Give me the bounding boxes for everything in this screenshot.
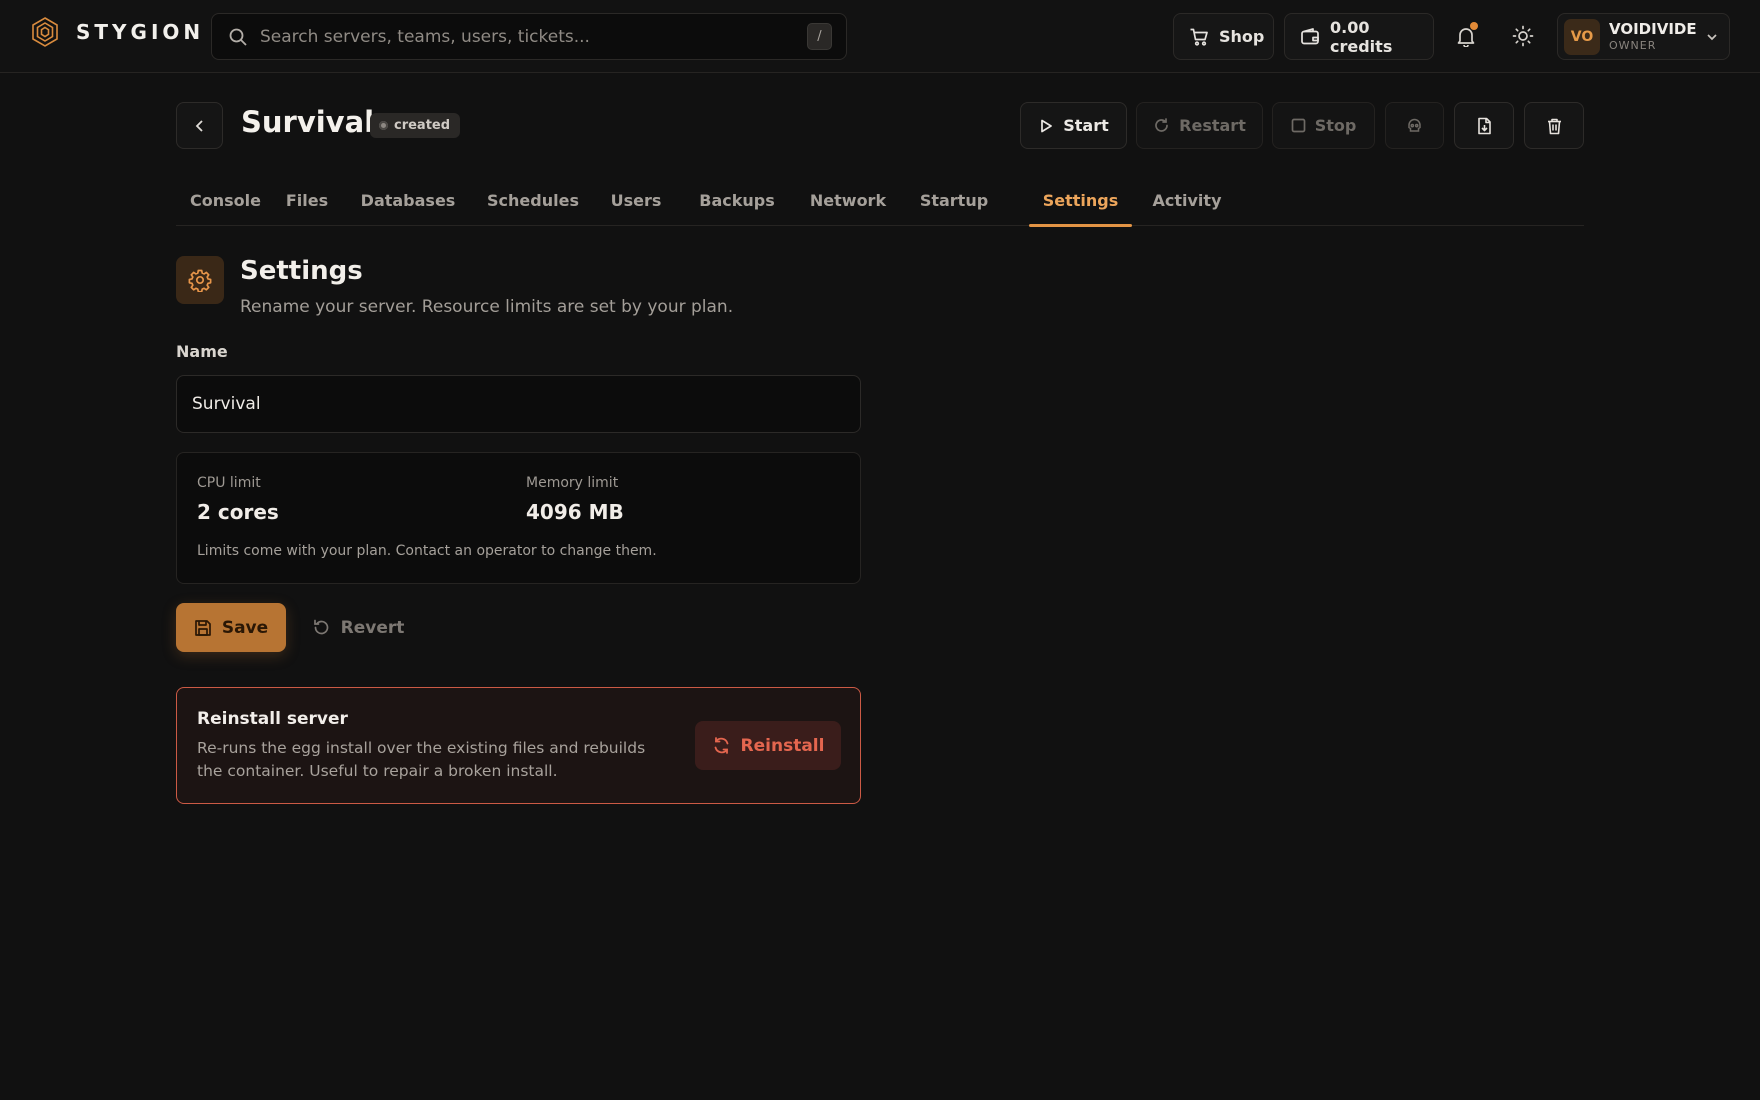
- memory-limit-value: 4096 MB: [526, 500, 624, 524]
- tab-startup[interactable]: Startup: [913, 174, 995, 226]
- hexagon-logo-icon: [30, 16, 60, 48]
- search-bar: /: [211, 13, 847, 60]
- reinstall-card: Reinstall server Re-runs the egg install…: [176, 687, 861, 804]
- tab-activity[interactable]: Activity: [1146, 174, 1228, 226]
- tab-files[interactable]: Files: [275, 174, 339, 226]
- resource-limits-card: CPU limit 2 cores Memory limit 4096 MB L…: [176, 452, 861, 584]
- limits-note: Limits come with your plan. Contact an o…: [197, 543, 657, 559]
- tab-settings[interactable]: Settings: [1029, 174, 1132, 227]
- floppy-disk-icon: [194, 619, 212, 637]
- tab-schedules[interactable]: Schedules: [484, 174, 582, 226]
- start-button[interactable]: Start: [1020, 102, 1127, 149]
- avatar: VO: [1564, 19, 1600, 55]
- wallet-icon: [1300, 27, 1320, 47]
- name-field-label: Name: [176, 342, 228, 361]
- theme-toggle-button[interactable]: [1503, 16, 1543, 56]
- tab-backups[interactable]: Backups: [692, 174, 782, 226]
- user-menu-button[interactable]: VO VOIDIVIDE OWNER: [1557, 13, 1730, 60]
- credits-button[interactable]: 0.00 credits: [1284, 13, 1434, 60]
- stop-label: Stop: [1314, 116, 1357, 135]
- search-shortcut-hint: /: [807, 23, 832, 50]
- top-bar: STYGION / Shop 0.00 credits: [0, 0, 1760, 73]
- stop-square-icon: [1291, 118, 1306, 133]
- restart-button[interactable]: Restart: [1136, 102, 1263, 149]
- kill-button[interactable]: [1385, 102, 1444, 149]
- skull-icon: [1406, 117, 1423, 134]
- status-dot: [379, 121, 388, 130]
- trash-icon: [1546, 117, 1563, 135]
- download-file-button[interactable]: [1454, 102, 1514, 149]
- back-button[interactable]: [176, 102, 223, 149]
- shopping-cart-icon: [1189, 27, 1209, 47]
- memory-limit-label: Memory limit: [526, 475, 619, 491]
- sun-icon: [1512, 25, 1534, 47]
- reinstall-description: Re-runs the egg install over the existin…: [197, 739, 646, 780]
- cpu-limit-label: CPU limit: [197, 475, 261, 491]
- restart-icon: [1153, 117, 1170, 134]
- revert-button[interactable]: Revert: [303, 603, 413, 652]
- tab-databases[interactable]: Databases: [356, 174, 460, 226]
- shop-label: Shop: [1219, 27, 1265, 46]
- server-tabs: Console Files Databases Schedules Users …: [176, 174, 1584, 227]
- restart-label: Restart: [1179, 116, 1246, 135]
- brand-logo[interactable]: STYGION: [30, 16, 204, 48]
- brand-name: STYGION: [76, 20, 205, 44]
- tab-users[interactable]: Users: [604, 174, 668, 226]
- section-subtitle: Rename your server. Resource limits are …: [240, 297, 734, 317]
- tab-console[interactable]: Console: [176, 174, 275, 226]
- credits-label: 0.00 credits: [1330, 17, 1393, 56]
- save-label: Save: [221, 617, 269, 638]
- reinstall-title: Reinstall server: [197, 709, 348, 729]
- stop-button[interactable]: Stop: [1272, 102, 1375, 149]
- file-download-icon: [1476, 117, 1493, 135]
- revert-label: Revert: [340, 617, 405, 638]
- search-input[interactable]: [260, 14, 780, 59]
- shop-button[interactable]: Shop: [1173, 13, 1274, 60]
- reinstall-label: Reinstall: [740, 735, 825, 756]
- refresh-icon: [712, 736, 731, 755]
- chevron-down-icon: [1705, 30, 1719, 44]
- status-badge: created: [370, 113, 461, 138]
- reinstall-button[interactable]: Reinstall: [695, 721, 841, 770]
- settings-section-icon: [176, 256, 224, 304]
- notifications-button[interactable]: [1446, 16, 1486, 56]
- delete-server-button[interactable]: [1524, 102, 1584, 149]
- section-title: Settings: [240, 256, 363, 286]
- notification-dot: [1470, 22, 1478, 30]
- server-title: Survival: [241, 105, 375, 139]
- tab-network[interactable]: Network: [806, 174, 890, 226]
- server-name-input[interactable]: [176, 375, 861, 433]
- chevron-left-icon: [192, 118, 208, 134]
- save-button[interactable]: Save: [176, 603, 286, 652]
- user-role: OWNER: [1609, 39, 1657, 52]
- search-icon: [228, 27, 248, 47]
- gear-icon: [188, 268, 212, 292]
- undo-icon: [312, 618, 331, 637]
- cpu-limit-value: 2 cores: [197, 500, 279, 524]
- start-label: Start: [1063, 116, 1109, 135]
- user-name: VOIDIVIDE: [1609, 20, 1697, 38]
- play-icon: [1038, 118, 1054, 134]
- status-text: created: [394, 118, 451, 133]
